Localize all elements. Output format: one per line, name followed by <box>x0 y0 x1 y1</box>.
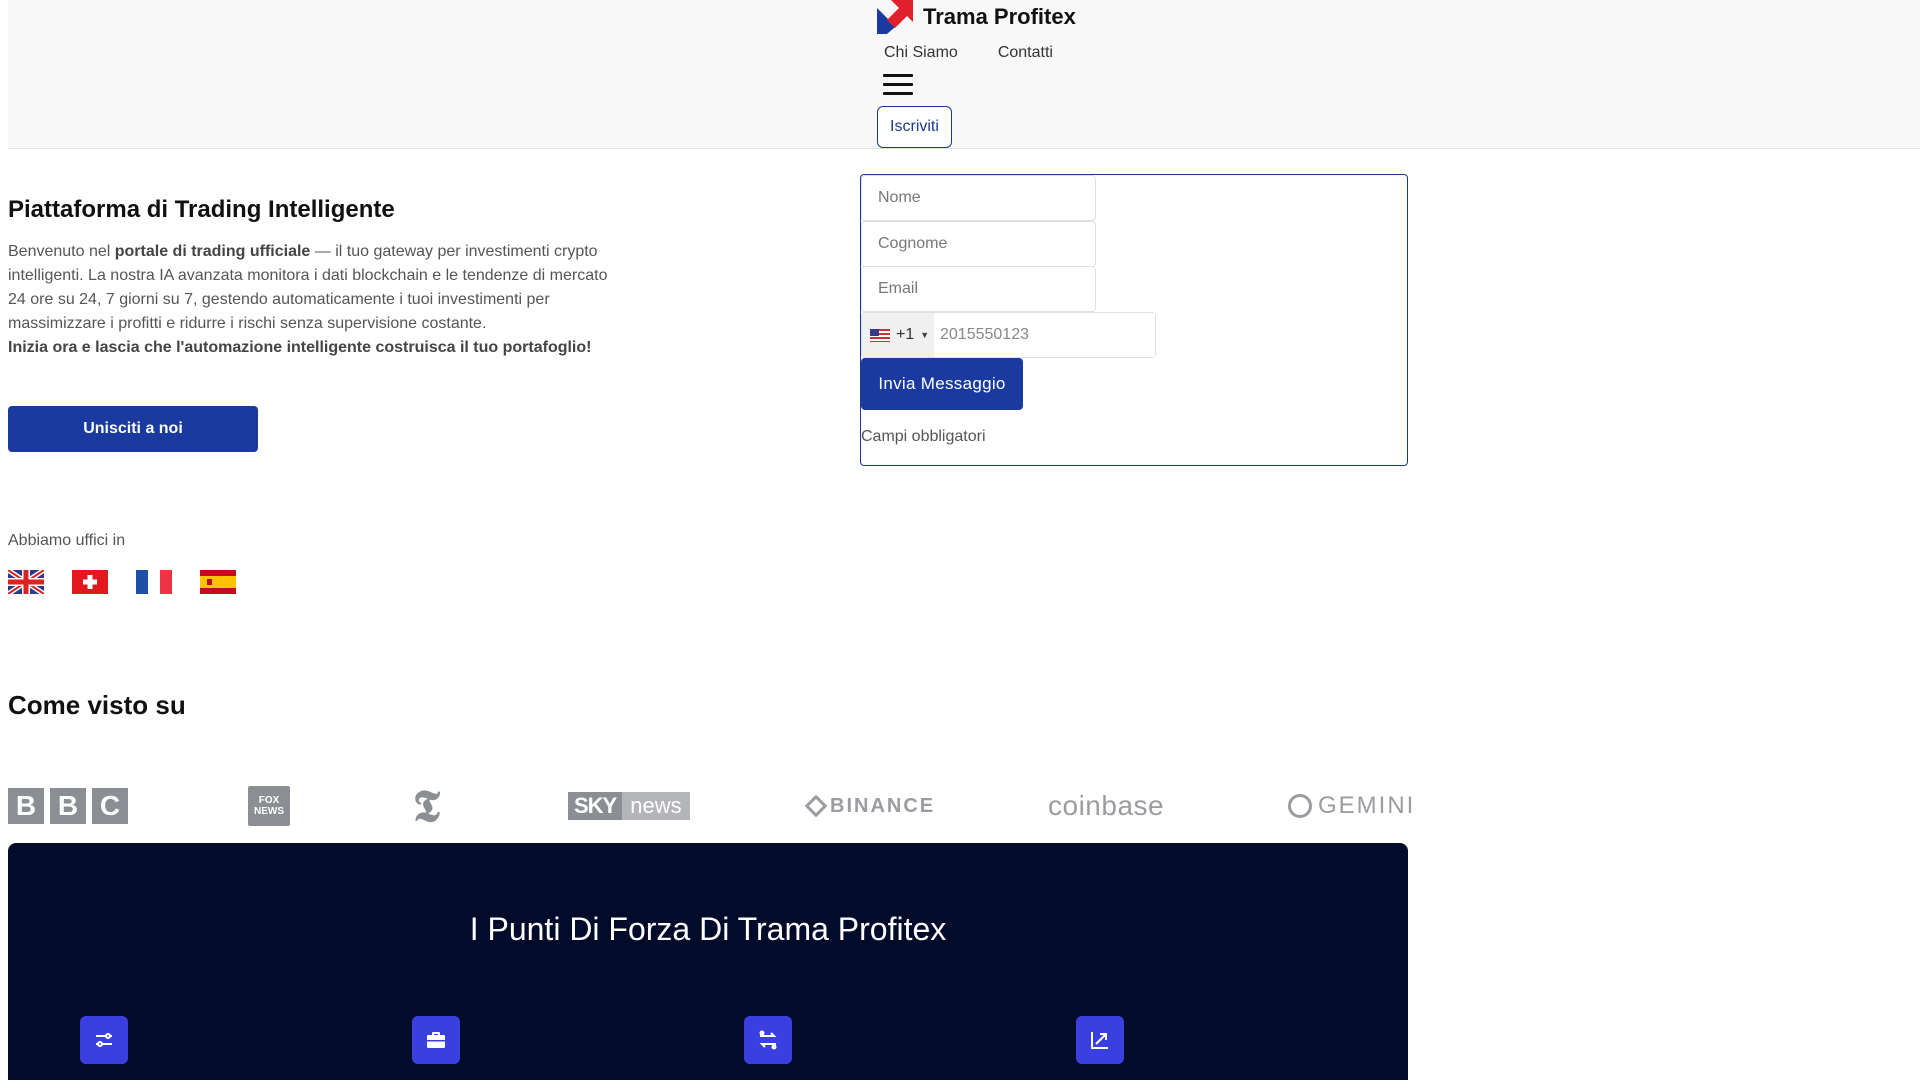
country-code-selector[interactable]: +1 ▼ <box>862 313 934 357</box>
briefcase-icon <box>412 1016 460 1064</box>
required-fields-note: Campi obbligatori <box>861 428 986 445</box>
media-logos: B B C FOX NEWS 𝕿 SKY news BINANCE coinbas… <box>8 781 1413 831</box>
signup-form: +1 ▼ Invia Messaggio Campi obbligatori <box>860 174 1408 466</box>
strengths-section: I Punti Di Forza Di Trama Profitex <box>8 843 1408 1080</box>
france-flag-icon <box>136 570 172 594</box>
exchange-arrows-icon <box>744 1016 792 1064</box>
brand-name: Trama Profitex <box>923 4 1076 29</box>
last-name-field[interactable] <box>861 221 1096 267</box>
hero-title: Piattaforma di Trading Intelligente <box>8 196 395 223</box>
sky-logo-part: SKY <box>568 792 623 820</box>
phone-input[interactable] <box>934 313 1155 357</box>
offices-label: Abbiamo uffici in <box>8 532 126 549</box>
binance-diamond-icon <box>804 794 828 818</box>
seen-on-title: Come visto su <box>8 690 186 720</box>
hero-text-part-1: Benvenuto nel <box>8 243 115 260</box>
office-flags <box>8 570 236 594</box>
fox-news-logo: FOX NEWS <box>248 786 290 826</box>
switzerland-flag-icon <box>72 570 108 594</box>
bbc-letter: B <box>8 788 44 824</box>
nyt-logo: 𝕿 <box>413 781 441 831</box>
send-message-button[interactable]: Invia Messaggio <box>861 358 1023 410</box>
us-flag-icon <box>870 328 890 342</box>
bbc-letter: B <box>50 788 86 824</box>
hero-description: Benvenuto nel portale di trading ufficia… <box>8 240 618 360</box>
coinbase-logo: coinbase <box>1048 790 1165 821</box>
brand-logo-icon <box>877 0 913 34</box>
join-button[interactable]: Unisciti a noi <box>8 406 258 452</box>
signup-button[interactable]: Iscriviti <box>877 106 952 148</box>
hero-text-bold-2: Inizia ora e lascia che l'automazione in… <box>8 339 592 356</box>
growth-chart-icon <box>1076 1016 1124 1064</box>
binance-logo-text: BINANCE <box>830 794 936 817</box>
nav-link-contatti[interactable]: Contatti <box>998 44 1053 62</box>
strengths-title: I Punti Di Forza Di Trama Profitex <box>469 911 947 947</box>
email-field[interactable] <box>861 266 1096 312</box>
sky-news-logo: SKY news <box>568 792 690 820</box>
site-header: Trama Profitex Chi Siamo Contatti Iscriv… <box>8 0 1920 149</box>
caret-down-icon: ▼ <box>920 330 930 340</box>
hero-text-bold-1: portale di trading ufficiale <box>114 243 311 260</box>
uk-flag-icon <box>8 570 44 594</box>
bbc-letter: C <box>92 788 128 824</box>
fox-logo-line: FOX <box>258 795 280 806</box>
main-nav: Chi Siamo Contatti <box>884 44 1053 62</box>
binance-logo: BINANCE <box>804 786 936 826</box>
bbc-logo: B B C <box>8 786 128 826</box>
fox-logo-line: NEWS <box>254 806 284 817</box>
first-name-field[interactable] <box>861 175 1096 221</box>
gemini-logo: GEMINI <box>1288 786 1415 826</box>
settings-sliders-icon <box>80 1016 128 1064</box>
gemini-logo-text: GEMINI <box>1318 792 1416 819</box>
gemini-symbol-icon <box>1288 794 1312 818</box>
nav-link-chi-siamo[interactable]: Chi Siamo <box>884 44 958 62</box>
menu-hamburger-icon[interactable] <box>883 74 913 98</box>
brand[interactable]: Trama Profitex <box>877 0 1076 34</box>
spain-flag-icon <box>200 570 236 594</box>
sky-logo-part: news <box>622 792 690 820</box>
country-code: +1 <box>896 326 915 343</box>
phone-field-group: +1 ▼ <box>861 312 1156 358</box>
